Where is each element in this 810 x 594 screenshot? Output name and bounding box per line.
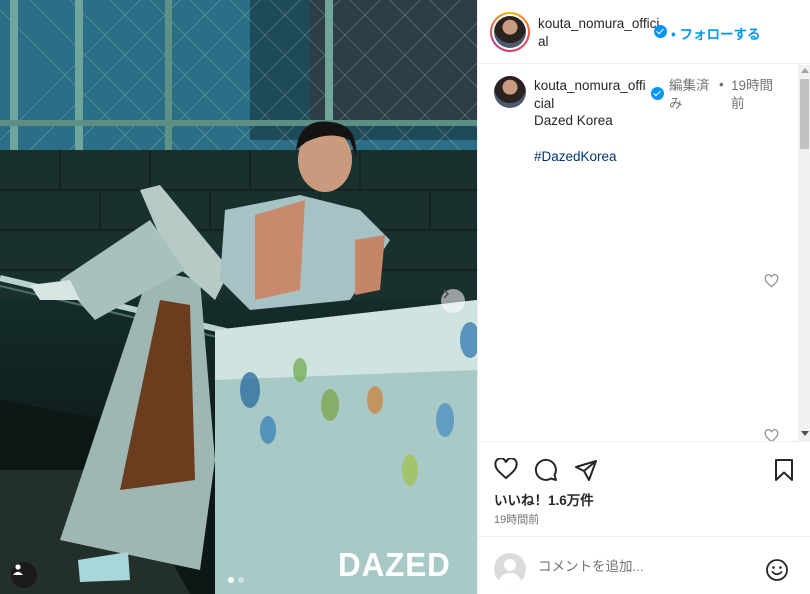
comment-bubble-icon[interactable] bbox=[534, 458, 558, 487]
verified-badge-icon bbox=[651, 87, 664, 100]
caption-username[interactable]: kouta_nomura_official bbox=[534, 77, 646, 113]
header-username[interactable]: kouta_nomura_official bbox=[538, 15, 660, 51]
caption-avatar[interactable] bbox=[494, 76, 526, 108]
photo-illustration bbox=[0, 0, 477, 594]
posted-time[interactable]: 19時間前 bbox=[494, 511, 539, 527]
caption-separator: • bbox=[719, 77, 724, 92]
post-side-panel: kouta_nomura_official • フォローする kouta_nom… bbox=[477, 0, 810, 594]
follow-label: フォローする bbox=[679, 27, 761, 42]
comments-scrollbar[interactable] bbox=[798, 65, 810, 441]
comment-input[interactable] bbox=[538, 559, 758, 574]
avatar bbox=[494, 15, 526, 48]
comments-area[interactable]: kouta_nomura_official 編集済み • 19時間前 Dazed… bbox=[478, 65, 810, 441]
caption-hashtag[interactable]: #DazedKorea bbox=[534, 149, 617, 164]
comment-like-heart-icon[interactable] bbox=[764, 429, 779, 441]
dazed-watermark: DAZED bbox=[338, 546, 451, 583]
edited-label: 編集済み bbox=[669, 78, 710, 111]
verified-badge-icon bbox=[654, 25, 667, 38]
add-comment-bar bbox=[478, 536, 810, 594]
header-avatar[interactable] bbox=[490, 11, 530, 52]
avatar bbox=[494, 553, 526, 585]
carousel-dot bbox=[238, 577, 244, 583]
paper-plane-icon[interactable] bbox=[574, 458, 598, 487]
caption-text: Dazed Korea bbox=[534, 113, 613, 128]
smiley-face-icon[interactable] bbox=[765, 558, 789, 587]
bookmark-icon[interactable] bbox=[773, 458, 795, 487]
scroll-down-arrow-icon[interactable] bbox=[801, 431, 809, 436]
comment-like-heart-icon[interactable] bbox=[764, 274, 779, 293]
post-photo[interactable]: DAZED bbox=[0, 0, 477, 594]
carousel-dot-active bbox=[228, 577, 234, 583]
scroll-up-arrow-icon[interactable] bbox=[801, 68, 809, 73]
caption-time[interactable]: 19時間前 bbox=[731, 77, 781, 113]
follow-separator: • bbox=[671, 27, 676, 42]
next-image-button[interactable] bbox=[441, 289, 465, 313]
heart-icon[interactable] bbox=[494, 457, 518, 485]
likes-count[interactable]: いいね！1.6万件 bbox=[494, 489, 594, 509]
scroll-thumb[interactable] bbox=[800, 79, 809, 149]
action-bar: いいね！1.6万件 19時間前 bbox=[478, 441, 810, 536]
tagged-users-button[interactable] bbox=[11, 562, 37, 588]
carousel-dots bbox=[228, 577, 244, 583]
follow-button[interactable]: • フォローする bbox=[671, 23, 761, 43]
post-header: kouta_nomura_official • フォローする bbox=[478, 0, 810, 64]
